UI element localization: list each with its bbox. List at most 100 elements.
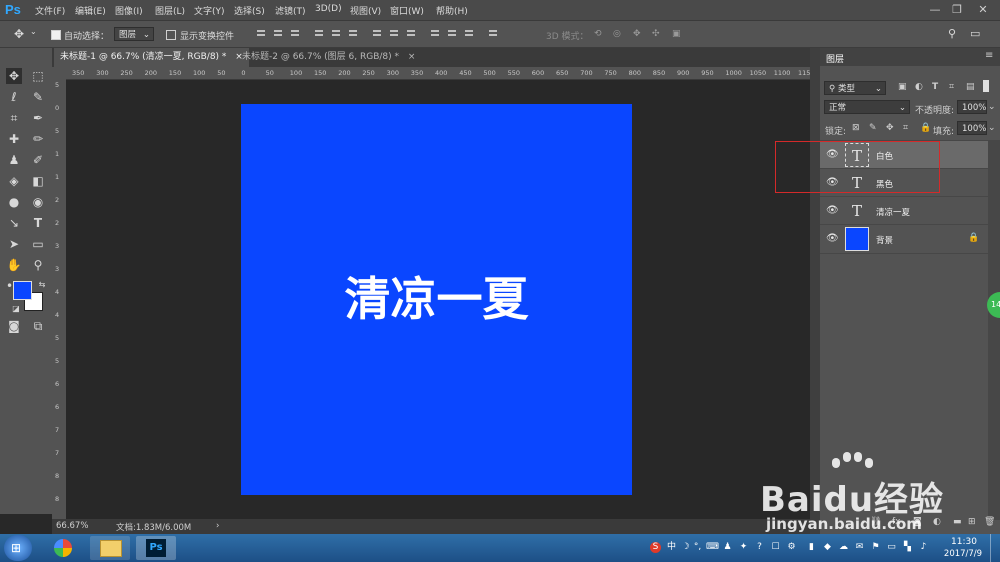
workspace-icon[interactable]: ▭ [970, 27, 980, 40]
layer-row-text[interactable]: 👁 T 清凉一夏 [820, 196, 988, 225]
help-icon[interactable]: ? [754, 542, 765, 553]
close-icon[interactable]: × [408, 52, 416, 62]
quick-mask-icon[interactable]: ◙ [6, 318, 22, 334]
screen-mode-icon[interactable]: ⧉ [30, 318, 46, 334]
menu-edit[interactable]: 编辑(E) [75, 4, 106, 17]
filter-pixel-icon[interactable]: ▣ [898, 82, 907, 92]
battery-icon[interactable]: ▮ [806, 542, 817, 553]
align-top-icon[interactable] [255, 28, 267, 40]
ime-indicator[interactable]: 中 [666, 542, 677, 553]
3d-pan-icon[interactable]: ✥ [633, 29, 641, 39]
chevron-down-icon[interactable]: ⌄ [988, 102, 996, 112]
auto-align-icon[interactable] [487, 28, 499, 40]
opacity-field[interactable]: 100% [957, 100, 987, 114]
status-menu-arrow[interactable]: › [216, 521, 219, 531]
filter-smart-icon[interactable]: ▤ [966, 82, 975, 92]
taskbar-app-explorer[interactable] [90, 536, 130, 560]
lasso-tool-icon[interactable]: ℓ [6, 89, 22, 105]
layer-row-background[interactable]: 👁 背景 🔒 [820, 224, 988, 254]
lock-position-icon[interactable]: ✥ [886, 123, 894, 133]
search-icon[interactable]: ⚲ [948, 27, 956, 40]
distribute-top-icon[interactable] [371, 28, 383, 40]
distribute-left-icon[interactable] [429, 28, 441, 40]
panel-menu-icon[interactable]: ≡ [985, 50, 993, 61]
swap-colors-icon[interactable]: ⇆ [34, 277, 50, 293]
distribute-right-icon[interactable] [463, 28, 475, 40]
align-hcenter-icon[interactable] [330, 28, 342, 40]
start-button[interactable]: ⊞ [4, 535, 32, 561]
fill-field[interactable]: 100% [957, 121, 987, 135]
visibility-eye-icon[interactable]: 👁 [826, 234, 839, 244]
menu-select[interactable]: 选择(S) [234, 4, 265, 17]
default-colors-icon[interactable]: ◪ [8, 301, 24, 317]
align-left-icon[interactable] [313, 28, 325, 40]
zoom-tool-icon[interactable]: ⚲ [30, 257, 46, 273]
pen-tool-icon[interactable]: ↘ [6, 215, 22, 231]
menu-filter[interactable]: 滤镜(T) [275, 4, 306, 17]
filter-adjust-icon[interactable]: ◐ [915, 82, 923, 92]
security-icon[interactable]: ◆ [822, 542, 833, 553]
lock-all-icon[interactable]: 🔒 [920, 123, 931, 133]
move-tool-icon[interactable]: ✥ [14, 27, 24, 41]
lock-image-icon[interactable]: ✎ [869, 123, 877, 133]
3d-slide-icon[interactable]: ✣ [652, 29, 660, 39]
display-icon[interactable]: ▭ [886, 542, 897, 553]
marquee-tool-icon[interactable]: ⬚ [30, 68, 46, 84]
document-canvas[interactable]: 清凉一夏 [241, 104, 632, 495]
menu-help[interactable]: 帮助(H) [436, 4, 468, 17]
distribute-hcenter-icon[interactable] [446, 28, 458, 40]
chat-icon[interactable]: ✉ [854, 542, 865, 553]
flag-icon[interactable]: ⚑ [870, 542, 881, 553]
taskbar-app-browser[interactable] [44, 536, 80, 560]
sogou-icon[interactable]: S [650, 542, 661, 553]
align-right-icon[interactable] [347, 28, 359, 40]
clock-date[interactable]: 2017/7/9 [940, 549, 986, 559]
move-tool-icon[interactable]: ✥ [6, 68, 22, 84]
type-tool-icon[interactable]: T [30, 215, 46, 231]
tab-document-2[interactable]: 未标题-2 @ 66.7% (图层 6, RGB/8) * × [236, 48, 421, 67]
blur-tool-icon[interactable]: ● [6, 194, 22, 210]
filter-shape-icon[interactable]: ⌗ [949, 82, 954, 92]
moon-icon[interactable]: ☽ [680, 542, 691, 553]
gradient-tool-icon[interactable]: ◧ [30, 173, 46, 189]
3d-roll-icon[interactable]: ◎ [613, 29, 621, 39]
volume-icon[interactable]: ♪ [918, 542, 929, 553]
close-icon[interactable]: ✕ [972, 2, 994, 18]
align-bottom-icon[interactable] [289, 28, 301, 40]
menu-type[interactable]: 文字(Y) [194, 4, 225, 17]
keyboard-icon[interactable]: ⌨ [706, 542, 719, 553]
filter-type-icon[interactable]: T [932, 82, 938, 92]
zoom-level[interactable]: 66.67% [56, 521, 88, 531]
stamp-tool-icon[interactable]: ♟ [6, 152, 22, 168]
cloud-icon[interactable]: ☁ [838, 542, 849, 553]
quick-select-tool-icon[interactable]: ✎ [30, 89, 46, 105]
align-vcenter-icon[interactable] [272, 28, 284, 40]
show-transform-checkbox[interactable] [166, 30, 176, 40]
lock-transparent-icon[interactable]: ⊠ [852, 123, 860, 133]
foreground-color-swatch[interactable] [13, 281, 32, 300]
blend-mode-dropdown[interactable]: 正常 ⌄ [824, 100, 910, 114]
settings-icon[interactable]: ⚙ [786, 542, 797, 553]
menu-3d[interactable]: 3D(D) [315, 4, 342, 14]
layer-name[interactable]: 背景 [876, 234, 893, 246]
dodge-tool-icon[interactable]: ◉ [30, 194, 46, 210]
healing-tool-icon[interactable]: ✚ [6, 131, 22, 147]
canvas-text-layer[interactable]: 清凉一夏 [241, 272, 632, 326]
layers-panel-title[interactable]: 图层 [826, 52, 844, 65]
distribute-vcenter-icon[interactable] [388, 28, 400, 40]
lock-artboard-icon[interactable]: ⌗ [903, 123, 908, 133]
rectangle-tool-icon[interactable]: ▭ [30, 236, 46, 252]
brush-tool-icon[interactable]: ✏ [30, 131, 46, 147]
path-select-tool-icon[interactable]: ➤ [6, 236, 22, 252]
layer-filter-dropdown[interactable]: ⚲ 类型 ⌄ [824, 81, 886, 95]
3d-orbit-icon[interactable]: ⟲ [594, 29, 602, 39]
layer-name[interactable]: 清凉一夏 [876, 206, 910, 218]
menu-window[interactable]: 窗口(W) [390, 4, 424, 17]
taskbar-app-photoshop[interactable]: Ps [136, 536, 176, 560]
chevron-down-icon[interactable]: ⌄ [30, 27, 37, 36]
filter-toggle-icon[interactable] [983, 80, 989, 92]
chevron-down-icon[interactable]: ⌄ [988, 123, 996, 133]
menu-file[interactable]: 文件(F) [35, 4, 65, 17]
menu-layer[interactable]: 图层(L) [155, 4, 185, 17]
clock-time[interactable]: 11:30 [944, 537, 984, 547]
